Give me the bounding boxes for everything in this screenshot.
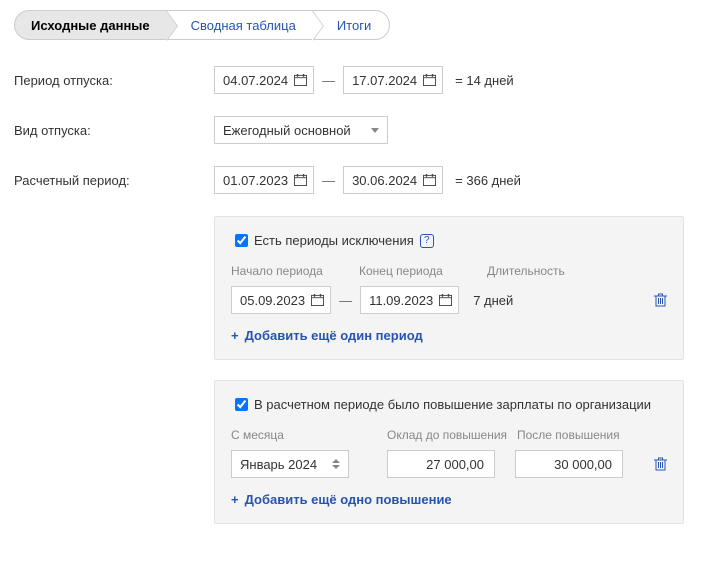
calc-period-from-input[interactable]: 01.07.2023	[214, 166, 314, 194]
trash-icon[interactable]	[654, 293, 667, 307]
calc-period-to-input[interactable]: 30.06.2024	[343, 166, 443, 194]
panel-header-exclusions: Есть периоды исключения ?	[231, 231, 667, 250]
range-dash: —	[322, 173, 335, 188]
row-vacation-type: Вид отпуска: Ежегодный основной	[14, 116, 695, 144]
breadcrumb-step-label: Итоги	[337, 18, 371, 33]
plus-icon: +	[231, 328, 239, 343]
num-value: 30 000,00	[554, 457, 612, 472]
select-value: Ежегодный основной	[223, 123, 351, 138]
raise-checkbox[interactable]	[235, 398, 248, 411]
select-value: Январь 2024	[240, 457, 317, 472]
raise-row: Январь 2024 27 000,00 30 000,00	[231, 450, 667, 478]
calendar-icon[interactable]	[311, 294, 324, 306]
num-value: 27 000,00	[426, 457, 484, 472]
breadcrumb-step-summary-table[interactable]: Сводная таблица	[166, 10, 312, 40]
row-vacation-period: Период отпуска: 04.07.2024 — 17.07.2024 …	[14, 66, 695, 94]
exclusions-checkbox[interactable]	[235, 234, 248, 247]
col-end: Конец периода	[359, 264, 487, 278]
date-value: 30.06.2024	[352, 173, 417, 188]
date-value: 17.07.2024	[352, 73, 417, 88]
calendar-icon[interactable]	[423, 74, 436, 86]
breadcrumb-step-label: Исходные данные	[31, 18, 150, 33]
add-exclusion-link[interactable]: + Добавить ещё один период	[231, 328, 667, 343]
exclusion-row: 05.09.2023 — 11.09.2023 7 дней	[231, 286, 667, 314]
date-value: 04.07.2024	[223, 73, 288, 88]
col-duration: Длительность	[487, 264, 565, 278]
calendar-icon[interactable]	[294, 74, 307, 86]
exclusion-from-input[interactable]: 05.09.2023	[231, 286, 331, 314]
raise-before-input[interactable]: 27 000,00	[387, 450, 495, 478]
add-raise-link[interactable]: + Добавить ещё одно повышение	[231, 492, 667, 507]
breadcrumb-step-source-data[interactable]: Исходные данные	[14, 10, 166, 40]
vacation-period-from-input[interactable]: 04.07.2024	[214, 66, 314, 94]
raise-checkbox-label: В расчетном периоде было повышение зарпл…	[254, 397, 651, 412]
panel-exclusion-periods: Есть периоды исключения ? Начало периода…	[214, 216, 684, 360]
label-vacation-type: Вид отпуска:	[14, 123, 214, 138]
range-dash: —	[339, 293, 352, 308]
add-raise-label: Добавить ещё одно повышение	[245, 492, 452, 507]
vacation-type-select[interactable]: Ежегодный основной	[214, 116, 388, 144]
exclusion-duration: 7 дней	[473, 293, 513, 308]
plus-icon: +	[231, 492, 239, 507]
exclusions-checkbox-label: Есть периоды исключения	[254, 233, 414, 248]
panel-header-raise: В расчетном периоде было повышение зарпл…	[231, 395, 667, 414]
calc-period-days: = 366 дней	[455, 173, 521, 188]
raise-after-input[interactable]: 30 000,00	[515, 450, 623, 478]
calendar-icon[interactable]	[294, 174, 307, 186]
chevron-down-icon	[371, 128, 379, 133]
range-dash: —	[322, 73, 335, 88]
col-month: С месяца	[231, 428, 387, 442]
date-value: 11.09.2023	[369, 293, 433, 308]
calendar-icon[interactable]	[439, 294, 452, 306]
col-after: После повышения	[517, 428, 620, 442]
stepper-icon	[332, 459, 340, 469]
exclusions-columns-header: Начало периода Конец периода Длительност…	[231, 264, 667, 278]
raise-month-select[interactable]: Январь 2024	[231, 450, 349, 478]
col-start: Начало периода	[231, 264, 359, 278]
add-exclusion-label: Добавить ещё один период	[245, 328, 423, 343]
trash-icon[interactable]	[654, 457, 667, 471]
help-icon[interactable]: ?	[420, 234, 434, 248]
vacation-period-days: = 14 дней	[455, 73, 514, 88]
date-value: 01.07.2023	[223, 173, 288, 188]
breadcrumb: Исходные данные Сводная таблица Итоги	[14, 10, 695, 40]
label-vacation-period: Период отпуска:	[14, 73, 214, 88]
breadcrumb-step-label: Сводная таблица	[191, 18, 296, 33]
date-value: 05.09.2023	[240, 293, 305, 308]
label-calc-period: Расчетный период:	[14, 173, 214, 188]
vacation-period-to-input[interactable]: 17.07.2024	[343, 66, 443, 94]
col-before: Оклад до повышения	[387, 428, 517, 442]
raise-columns-header: С месяца Оклад до повышения После повыше…	[231, 428, 667, 442]
exclusion-to-input[interactable]: 11.09.2023	[360, 286, 459, 314]
calendar-icon[interactable]	[423, 174, 436, 186]
panel-salary-raise: В расчетном периоде было повышение зарпл…	[214, 380, 684, 524]
row-calc-period: Расчетный период: 01.07.2023 — 30.06.202…	[14, 166, 695, 194]
